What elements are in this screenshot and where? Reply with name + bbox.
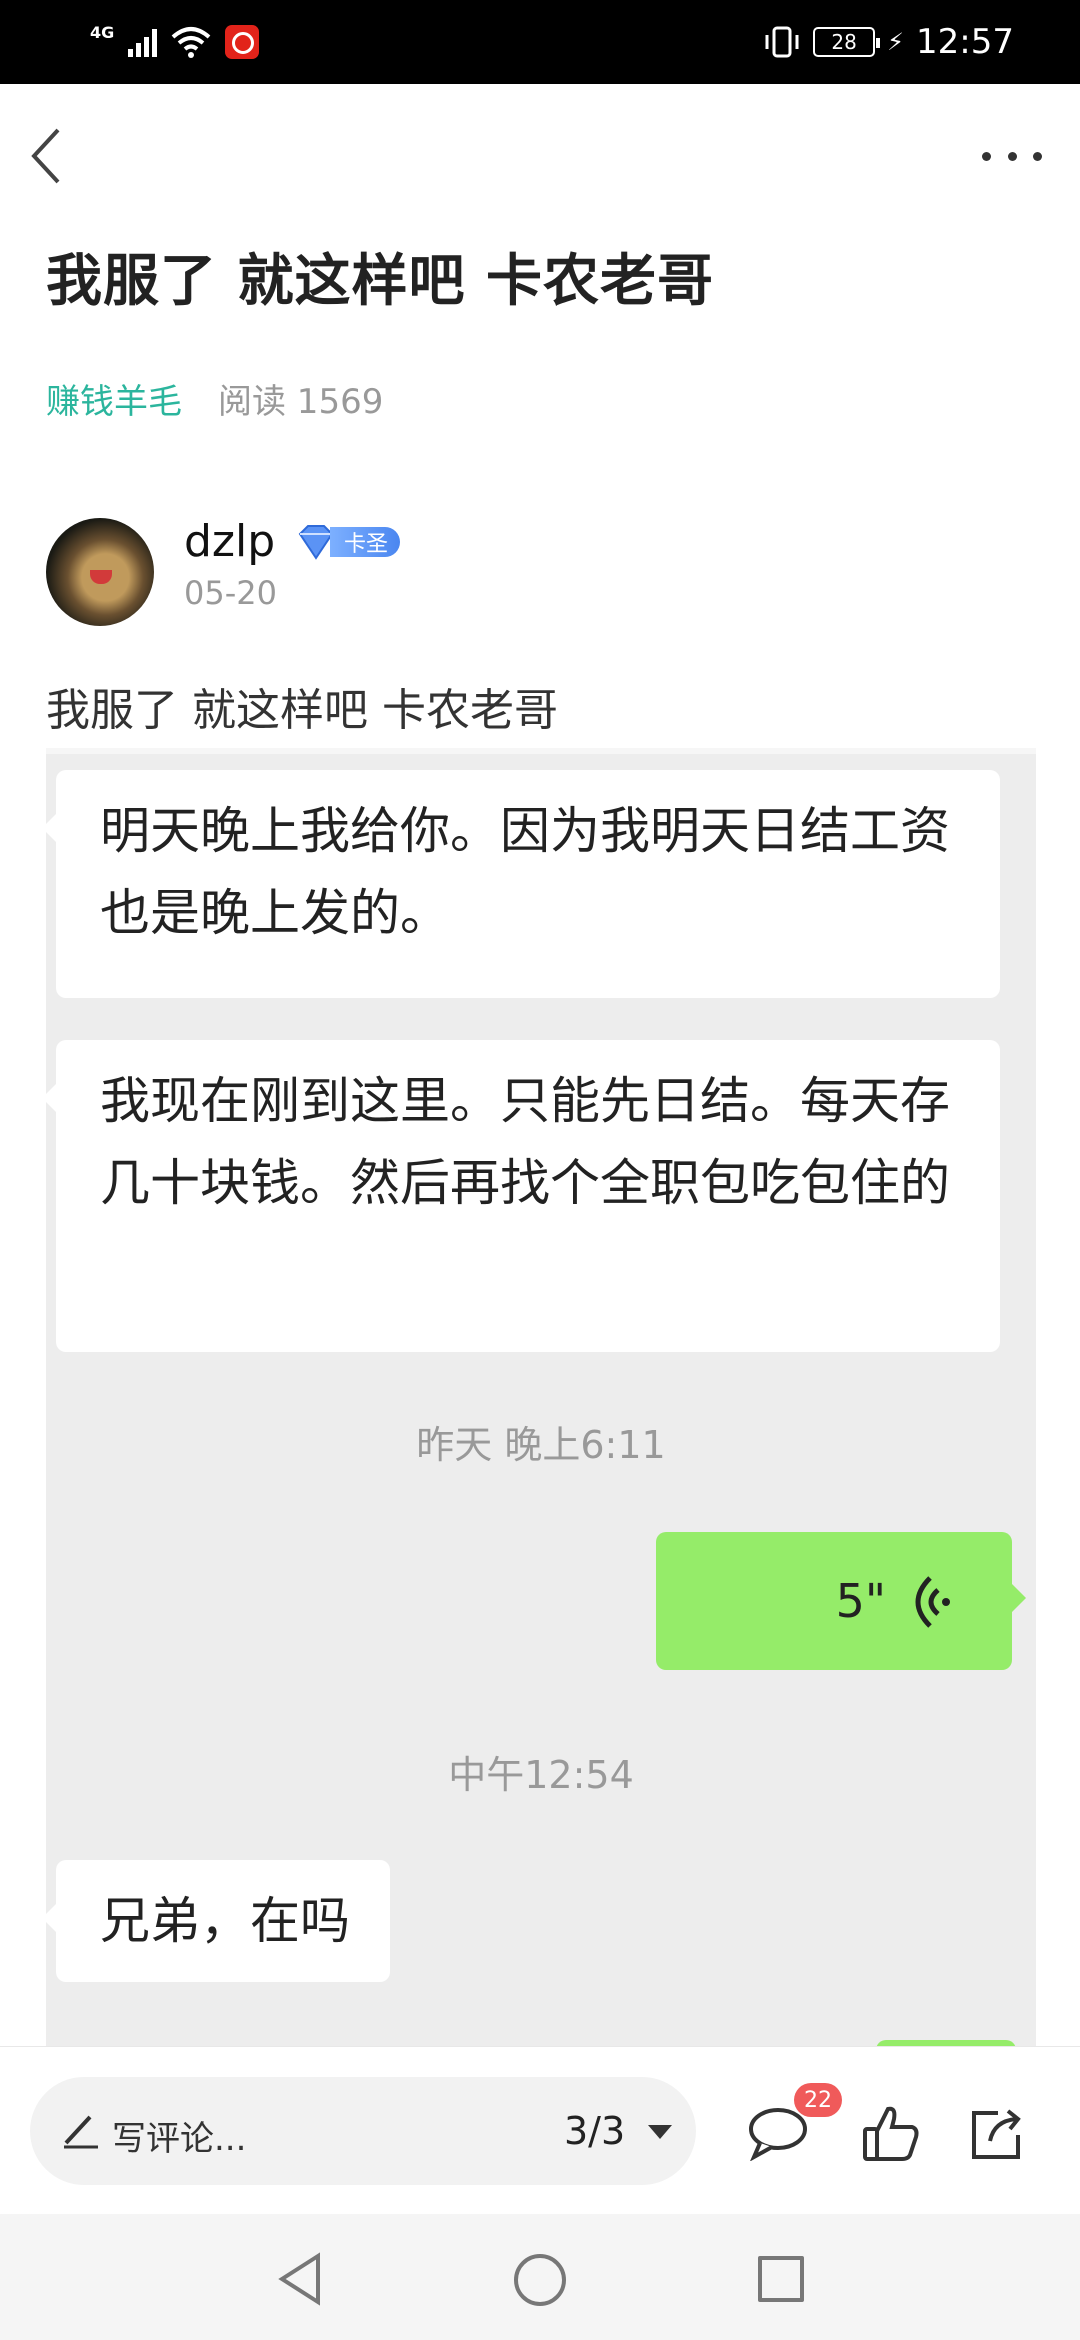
read-count: 阅读 1569 bbox=[218, 382, 384, 422]
vibrate-icon bbox=[765, 26, 799, 58]
bottom-action-bar: 写评论... 3/3 22 bbox=[0, 2046, 1080, 2214]
page-indicator[interactable]: 3/3 bbox=[564, 2109, 625, 2153]
chat-bubble: 我现在刚到这里。只能先日结。每天存几十块钱。然后再找个全职包吃包住的 bbox=[46, 1040, 1000, 1352]
signal-icon bbox=[128, 27, 158, 57]
chat-bubble: 兄弟，在吗 bbox=[46, 1860, 390, 1982]
chat-screenshot[interactable]: 明天晚上我给你。因为我明天日结工资也是晚上发的。 我现在刚到这里。只能先日结。每… bbox=[46, 748, 1036, 2048]
comment-placeholder: 写评论... bbox=[112, 2119, 247, 2159]
comment-input[interactable]: 写评论... 3/3 bbox=[30, 2077, 696, 2185]
pen-icon bbox=[64, 2115, 98, 2149]
caret-down-icon[interactable] bbox=[648, 2125, 672, 2139]
thumbs-up-icon[interactable] bbox=[862, 2103, 920, 2163]
chat-bubble: 明天晚上我给你。因为我明天日结工资也是晚上发的。 bbox=[46, 770, 1000, 998]
comment-count-badge: 22 bbox=[794, 2083, 842, 2117]
nav-home-icon[interactable] bbox=[514, 2254, 566, 2306]
charging-icon: ⚡ bbox=[887, 28, 905, 56]
voice-message-bubble: 5" bbox=[656, 1532, 1026, 1670]
app-header bbox=[0, 84, 1080, 224]
nav-back-icon[interactable] bbox=[276, 2252, 326, 2306]
chat-timestamp: 中午12:54 bbox=[448, 1753, 634, 1797]
badge-label: 卡圣 bbox=[330, 527, 401, 557]
post-date: 05-20 bbox=[184, 574, 277, 612]
author-name[interactable]: dzlp bbox=[184, 516, 275, 567]
network-type: 4G bbox=[90, 22, 115, 42]
chevron-left-icon[interactable] bbox=[26, 124, 70, 188]
chat-timestamp: 昨天 晚上6:11 bbox=[416, 1423, 666, 1467]
clock: 12:57 bbox=[916, 22, 1014, 62]
voice-wave-icon bbox=[915, 1576, 950, 1628]
status-right: 28 ⚡ 12:57 bbox=[763, 18, 1014, 66]
bank-app-icon bbox=[225, 25, 260, 59]
category-link[interactable]: 赚钱羊毛 bbox=[46, 374, 182, 423]
nav-recents-icon[interactable] bbox=[758, 2256, 804, 2302]
share-icon[interactable] bbox=[968, 2107, 1024, 2161]
article-title: 我服了 就这样吧 卡农老哥 bbox=[46, 249, 714, 314]
post-text: 我服了 就这样吧 卡农老哥 bbox=[46, 685, 558, 736]
wifi-icon bbox=[171, 27, 211, 58]
status-bar: 4G 28 ⚡ 12:57 bbox=[0, 0, 1080, 84]
battery-level: 28 bbox=[831, 30, 857, 54]
voice-duration: 5" bbox=[835, 1574, 886, 1628]
status-left: 4G bbox=[90, 20, 260, 64]
avatar[interactable] bbox=[46, 518, 154, 626]
system-nav-bar bbox=[0, 2214, 1080, 2340]
battery-icon: 28 bbox=[813, 27, 881, 57]
article-meta: 赚钱羊毛 阅读 1569 bbox=[46, 374, 383, 423]
author-badge: 卡圣 bbox=[294, 522, 401, 562]
more-dots-icon[interactable] bbox=[982, 144, 1042, 168]
